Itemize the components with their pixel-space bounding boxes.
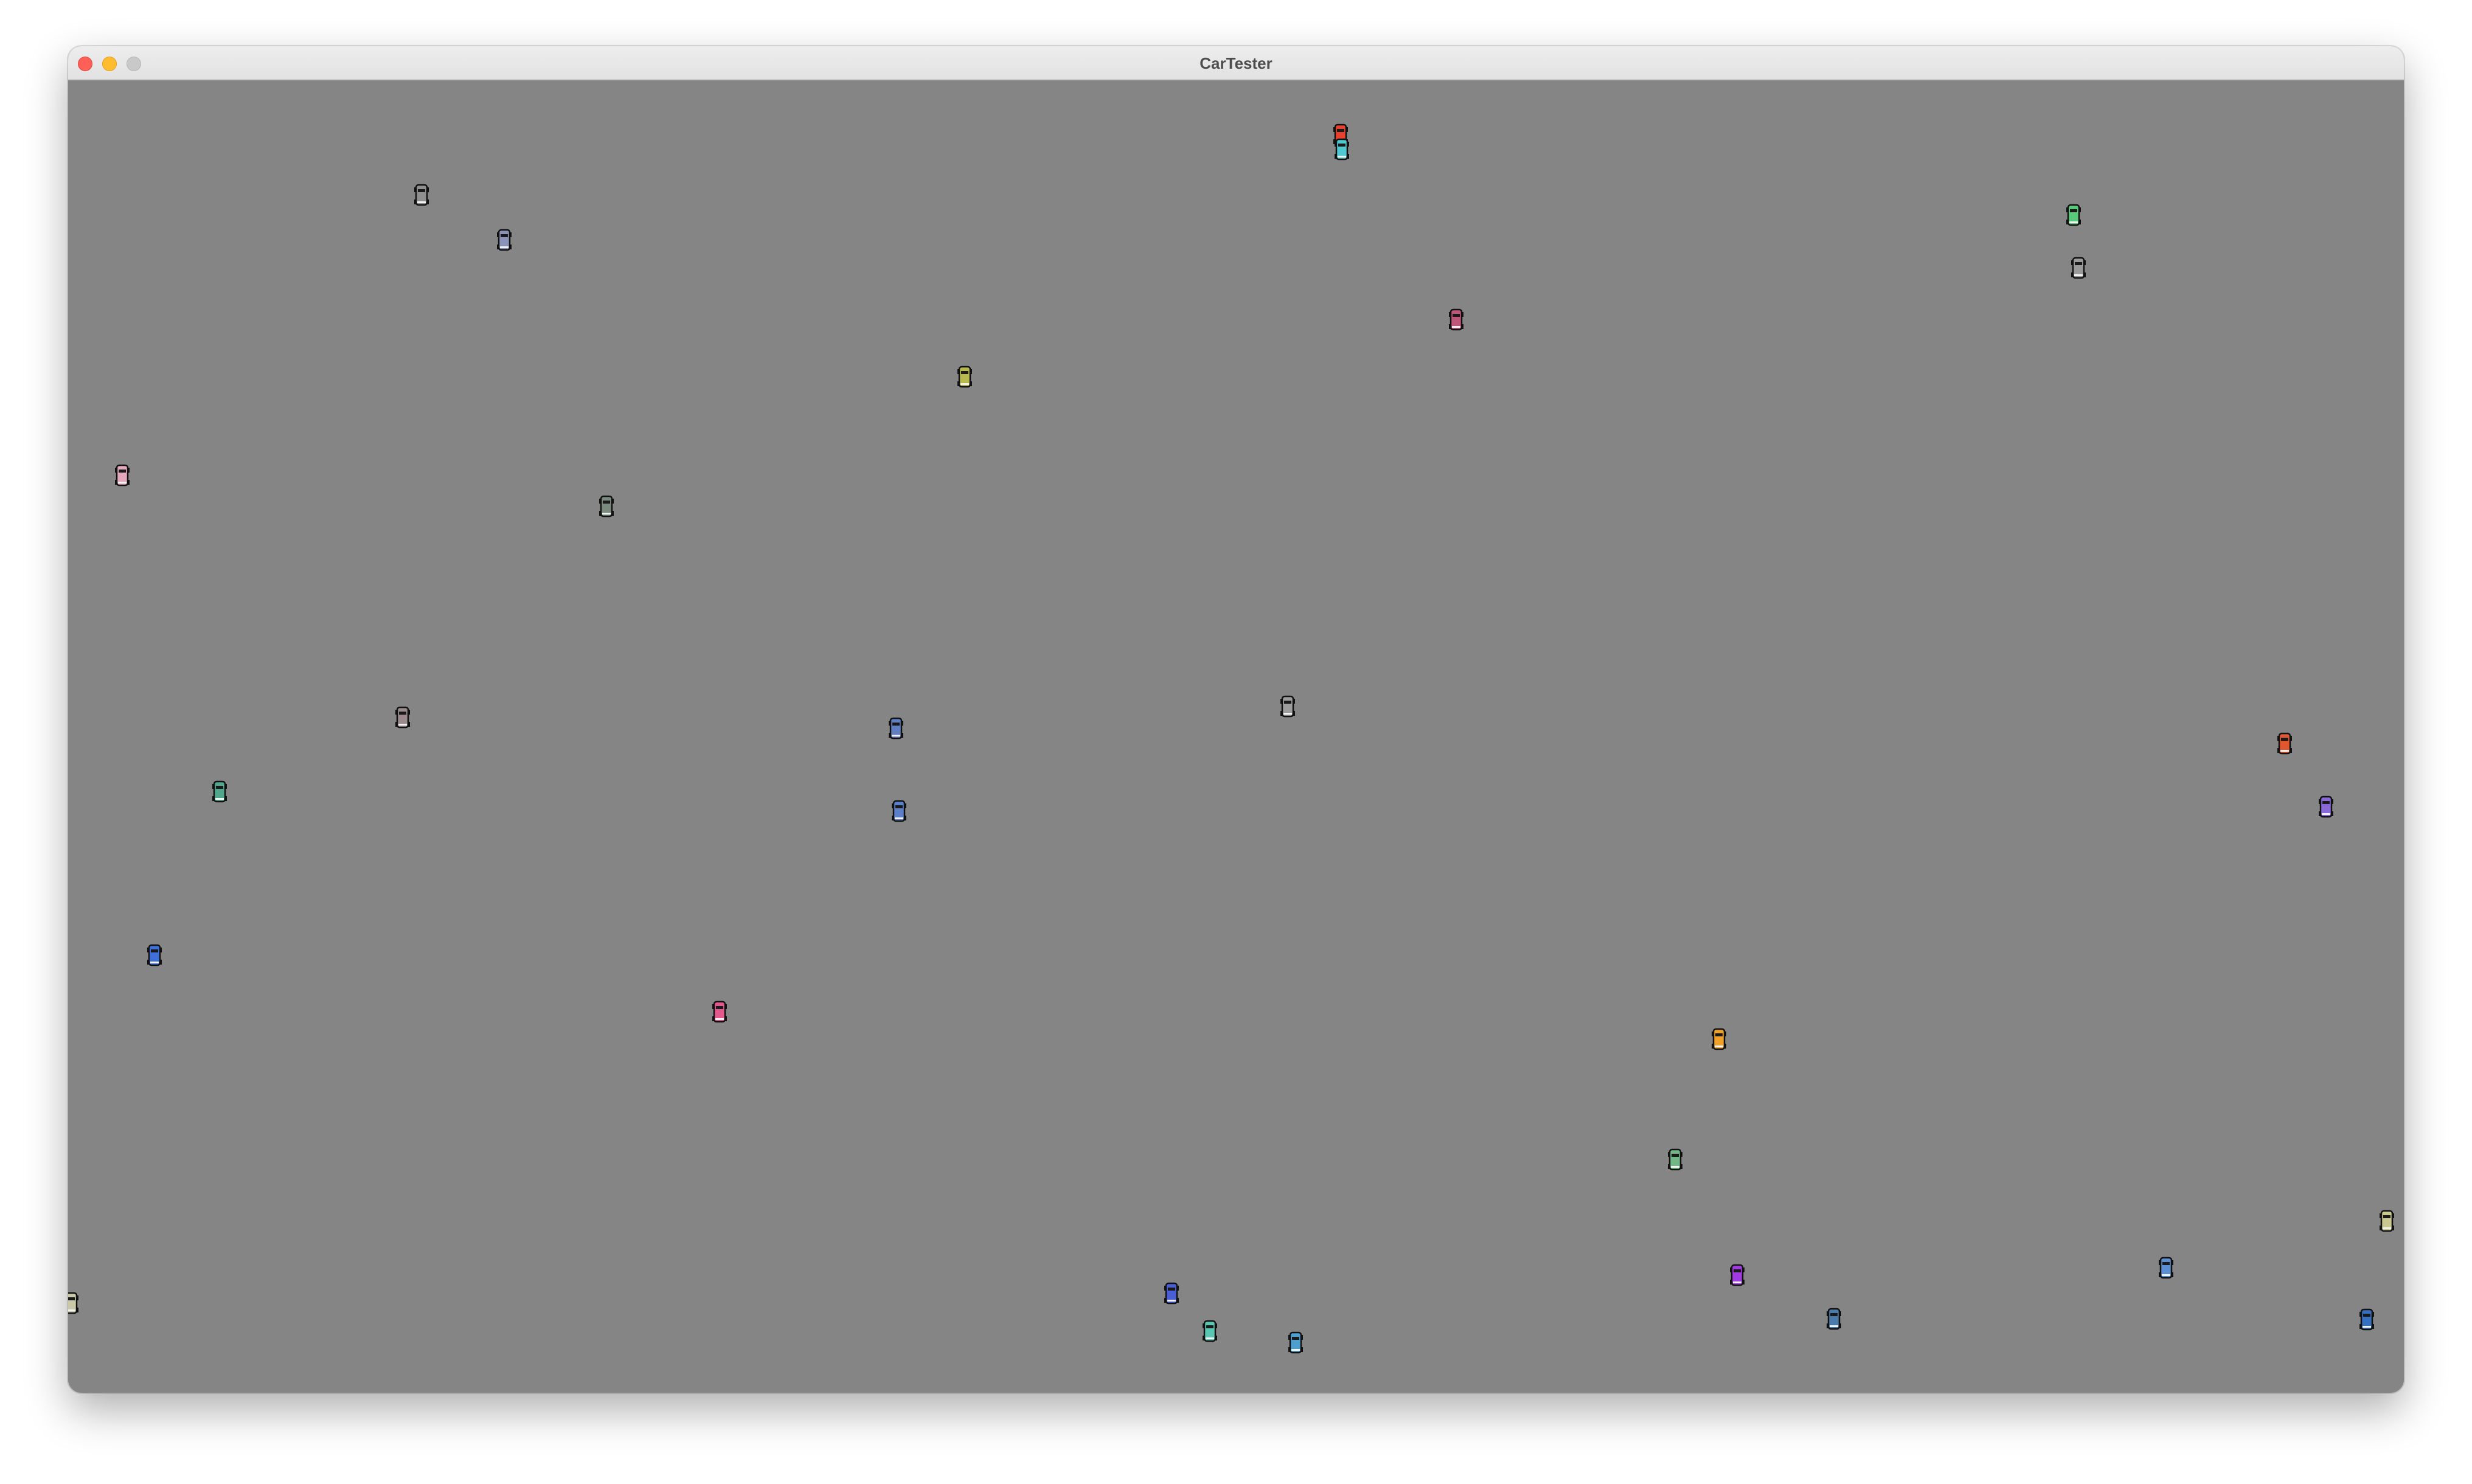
car-icon	[395, 706, 410, 729]
car-icon	[2277, 732, 2292, 755]
car-sprite	[147, 944, 162, 967]
app-window: CarTester	[68, 46, 2404, 1393]
car-sprite	[599, 495, 614, 518]
car-icon	[599, 495, 614, 518]
car-sprite	[395, 706, 410, 729]
car-sprite	[115, 464, 130, 487]
car-sprite	[712, 1000, 727, 1024]
car-sprite	[1668, 1148, 1682, 1171]
car-sprite	[957, 366, 972, 389]
car-icon	[1288, 1331, 1303, 1354]
car-icon	[889, 717, 903, 740]
car-icon	[2319, 796, 2333, 818]
car-icon	[68, 1292, 78, 1314]
car-sprite	[68, 1292, 78, 1315]
car-sprite	[1288, 1331, 1303, 1354]
simulation-canvas[interactable]	[68, 80, 2404, 1393]
car-sprite	[1335, 138, 1349, 161]
car-icon	[1280, 695, 1295, 718]
car-icon	[1203, 1320, 1217, 1342]
car-sprite	[414, 184, 429, 207]
car-icon	[2159, 1257, 2173, 1279]
car-sprite	[1164, 1282, 1179, 1305]
car-icon	[1164, 1282, 1179, 1305]
car-icon	[892, 800, 906, 822]
car-icon	[712, 1000, 727, 1023]
car-icon	[115, 464, 130, 487]
car-sprite	[2359, 1308, 2374, 1331]
car-sprite	[1203, 1320, 1217, 1343]
car-sprite	[212, 780, 227, 803]
car-icon	[212, 780, 227, 803]
car-sprite	[1280, 695, 1295, 718]
car-icon	[1712, 1028, 1726, 1050]
car-icon	[414, 184, 429, 206]
car-sprite	[892, 800, 906, 823]
car-icon	[147, 944, 162, 966]
car-sprite	[2071, 257, 2086, 280]
car-sprite	[1712, 1028, 1726, 1051]
car-icon	[1730, 1264, 1745, 1286]
car-icon	[2380, 1210, 2394, 1232]
car-icon	[1668, 1148, 1682, 1171]
car-sprite	[2159, 1257, 2173, 1280]
window-title: CarTester	[1200, 54, 1272, 72]
car-icon	[1827, 1308, 1841, 1330]
title-bar[interactable]: CarTester	[68, 46, 2404, 80]
car-sprite	[2319, 796, 2333, 819]
car-icon	[1449, 308, 1463, 331]
car-icon	[957, 366, 972, 388]
car-sprite	[2277, 732, 2292, 755]
car-icon	[2359, 1308, 2374, 1331]
car-icon	[2071, 257, 2086, 279]
car-sprite	[1730, 1264, 1745, 1287]
car-icon	[2066, 204, 2081, 226]
car-sprite	[497, 229, 512, 252]
car-sprite	[2380, 1210, 2394, 1233]
car-icon	[497, 229, 512, 251]
car-sprite	[2066, 204, 2081, 227]
car-sprite	[1827, 1308, 1841, 1331]
car-sprite	[889, 717, 903, 740]
car-icon	[1335, 138, 1349, 161]
car-sprite	[1449, 308, 1463, 331]
